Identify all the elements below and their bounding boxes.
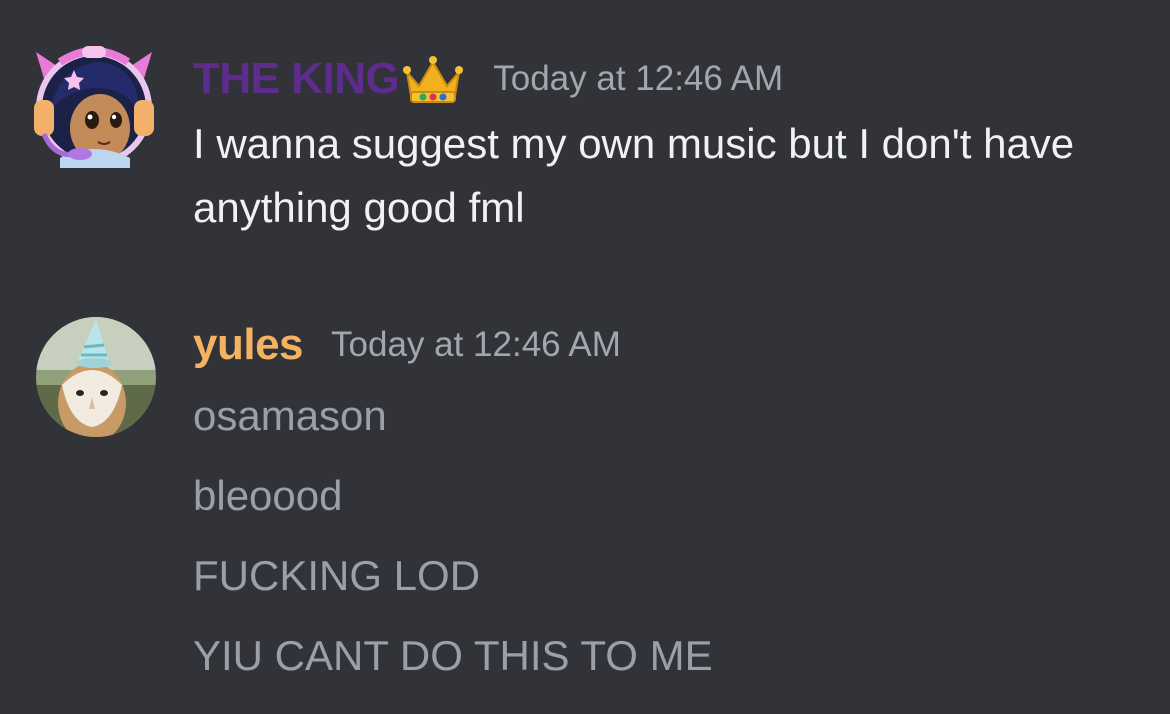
username[interactable]: THE KING xyxy=(193,54,400,104)
message-line: YIU CANT DO THIS TO ME xyxy=(193,632,713,679)
message-line: FUCKING LOD xyxy=(193,552,481,599)
message-group-the-king: THE KING Today at 12:46 AM I wanna sugge… xyxy=(0,0,1170,260)
message-line: bleoood xyxy=(193,472,343,519)
crown-icon xyxy=(401,52,465,106)
avatar-the-king[interactable] xyxy=(30,40,158,168)
message-text: I wanna suggest my own music but I don't… xyxy=(193,120,1075,231)
message-header: yules Today at 12:46 AM xyxy=(193,318,621,372)
message-group-yules: yules Today at 12:46 AM osamason bleoood… xyxy=(0,300,1170,714)
message-header: THE KING Today at 12:46 AM xyxy=(193,52,783,106)
avatar-yules[interactable] xyxy=(34,315,158,439)
message-line: osamason xyxy=(193,392,387,439)
timestamp[interactable]: Today at 12:46 AM xyxy=(493,59,783,99)
timestamp[interactable]: Today at 12:46 AM xyxy=(331,325,621,365)
username[interactable]: yules xyxy=(193,320,304,370)
